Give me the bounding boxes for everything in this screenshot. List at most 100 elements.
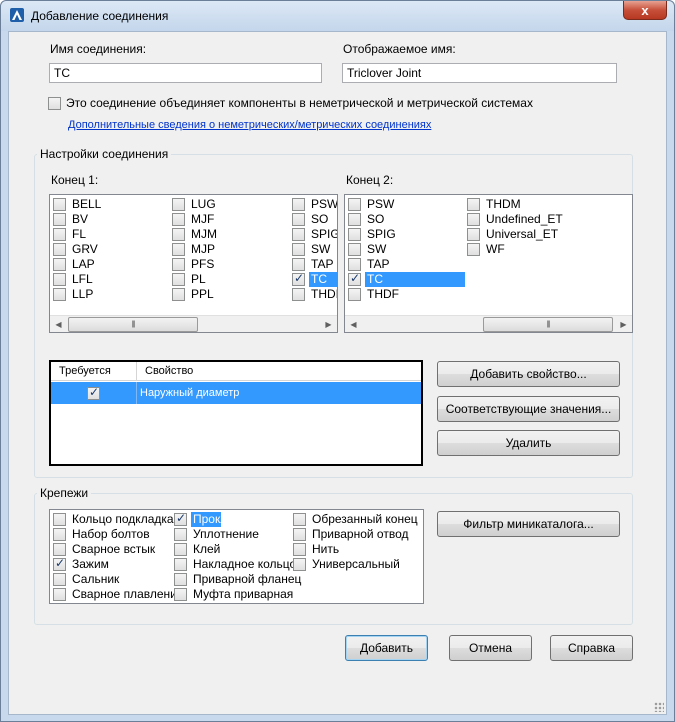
list-item[interactable]: Undefined_ET: [467, 212, 565, 227]
list-item-checkbox[interactable]: [53, 573, 66, 586]
end2-listbox[interactable]: ◀ ||| ▶ PSWSOSPIGSWTAPTCTHDF THDMUndefine…: [344, 194, 633, 333]
list-item[interactable]: SPIG: [348, 227, 398, 242]
scroll-right-icon[interactable]: ▶: [320, 316, 337, 332]
list-item-checkbox[interactable]: [174, 573, 187, 586]
list-item-checkbox[interactable]: [292, 243, 305, 256]
list-item[interactable]: MJM: [172, 227, 219, 242]
list-item-checkbox[interactable]: [293, 558, 306, 571]
fasteners-listbox[interactable]: Кольцо подкладка Набор болтов Сварное всты…: [49, 509, 424, 604]
list-item-checkbox[interactable]: [53, 228, 66, 241]
list-item[interactable]: SW: [348, 242, 388, 257]
list-item-checkbox[interactable]: [53, 258, 66, 271]
list-item[interactable]: Нить: [293, 542, 341, 557]
list-item[interactable]: THDF: [348, 287, 401, 302]
list-item[interactable]: Уплотнение: [174, 527, 261, 542]
list-item[interactable]: Сварное плавление: [53, 587, 186, 602]
list-item[interactable]: TC: [348, 272, 465, 287]
list-item-checkbox[interactable]: [172, 198, 185, 211]
list-item-checkbox[interactable]: [348, 213, 361, 226]
list-item[interactable]: Сальник: [53, 572, 121, 587]
properties-table[interactable]: Требуется Свойство Наружный диаметр: [49, 360, 423, 466]
list-item-checkbox[interactable]: [174, 543, 187, 556]
list-item-checkbox[interactable]: [53, 273, 66, 286]
list-item[interactable]: THDM: [467, 197, 523, 212]
list-item[interactable]: Сварное встык: [53, 542, 157, 557]
list-item[interactable]: TAP: [348, 257, 391, 272]
list-item-checkbox[interactable]: [53, 288, 66, 301]
column-header-property[interactable]: Свойство: [137, 362, 421, 381]
list-item[interactable]: PSW: [348, 197, 396, 212]
list-item-checkbox[interactable]: [172, 243, 185, 256]
list-item-checkbox[interactable]: [292, 228, 305, 241]
list-item-checkbox[interactable]: [467, 228, 480, 241]
list-item-checkbox[interactable]: [348, 243, 361, 256]
list-item[interactable]: Кольцо подкладка: [53, 512, 176, 527]
filter-minicatalog-button[interactable]: Фильтр миникаталога...: [437, 511, 620, 537]
list-item[interactable]: BELL: [53, 197, 103, 212]
list-item[interactable]: Клей: [174, 542, 222, 557]
list-item-checkbox[interactable]: [467, 198, 480, 211]
list-item[interactable]: PFS: [172, 257, 216, 272]
scroll-left-icon[interactable]: ◀: [50, 316, 67, 332]
cancel-button[interactable]: Отмена: [449, 635, 532, 661]
list-item-checkbox[interactable]: [467, 213, 480, 226]
list-item[interactable]: Муфта приварная: [174, 587, 295, 602]
column-header-required[interactable]: Требуется: [51, 362, 137, 381]
scrollbar-thumb[interactable]: |||: [483, 317, 613, 332]
list-item[interactable]: PPL: [172, 287, 216, 302]
list-item[interactable]: PSW: [292, 197, 337, 212]
list-item-checkbox[interactable]: [348, 228, 361, 241]
list-item-checkbox[interactable]: [174, 558, 187, 571]
list-item-checkbox[interactable]: [172, 258, 185, 271]
list-item[interactable]: Накладное кольцо: [174, 557, 298, 572]
list-item[interactable]: GRV: [53, 242, 100, 257]
list-item[interactable]: Universal_ET: [467, 227, 560, 242]
list-item-checkbox[interactable]: [292, 258, 305, 271]
list-item-checkbox[interactable]: [292, 288, 305, 301]
list-item[interactable]: LUG: [172, 197, 218, 212]
list-item[interactable]: TAP: [292, 257, 335, 272]
list-item-checkbox[interactable]: [172, 228, 185, 241]
list-item[interactable]: BV: [53, 212, 90, 227]
list-item[interactable]: MJP: [172, 242, 217, 257]
mixed-systems-check[interactable]: [48, 96, 61, 110]
delete-button[interactable]: Удалить: [437, 430, 620, 456]
list-item-checkbox[interactable]: [292, 272, 305, 286]
add-property-button[interactable]: Добавить свойство...: [437, 361, 620, 387]
list-item-checkbox[interactable]: [348, 198, 361, 211]
add-button[interactable]: Добавить: [345, 635, 428, 661]
resize-grip-icon[interactable]: [654, 702, 664, 712]
list-item[interactable]: FL: [53, 227, 88, 242]
list-item-checkbox[interactable]: [53, 528, 66, 541]
matching-values-button[interactable]: Соответствующие значения...: [437, 396, 620, 422]
list-item-checkbox[interactable]: [53, 588, 66, 601]
more-info-link[interactable]: Дополнительные сведения о неметрических/…: [68, 119, 431, 131]
list-item[interactable]: Обрезанный конец: [293, 512, 420, 527]
list-item-checkbox[interactable]: [53, 213, 66, 226]
list-item-checkbox[interactable]: [174, 512, 187, 526]
list-item-checkbox[interactable]: [174, 588, 187, 601]
list-item[interactable]: SO: [292, 212, 330, 227]
list-item[interactable]: THDI: [292, 287, 337, 302]
close-button[interactable]: x: [623, 1, 667, 20]
list-item[interactable]: Приварной фланец: [174, 572, 303, 587]
list-item-checkbox[interactable]: [53, 198, 66, 211]
mixed-systems-checkbox[interactable]: Это соединение объединяет компоненты в н…: [48, 96, 533, 110]
scrollbar-thumb[interactable]: |||: [68, 317, 198, 332]
list-item[interactable]: SPIG: [292, 227, 337, 242]
list-item-checkbox[interactable]: [293, 528, 306, 541]
list-item-checkbox[interactable]: [292, 198, 305, 211]
list-item-checkbox[interactable]: [293, 513, 306, 526]
list-item[interactable]: SW: [292, 242, 332, 257]
list-item-checkbox[interactable]: [174, 528, 187, 541]
required-cell[interactable]: [51, 382, 137, 404]
end2-horizontal-scrollbar[interactable]: ◀ ||| ▶: [345, 315, 632, 332]
list-item-checkbox[interactable]: [53, 543, 66, 556]
list-item-checkbox[interactable]: [467, 243, 480, 256]
list-item[interactable]: Универсальный: [293, 557, 402, 572]
list-item-checkbox[interactable]: [53, 513, 66, 526]
list-item[interactable]: LFL: [53, 272, 95, 287]
scroll-right-icon[interactable]: ▶: [615, 316, 632, 332]
list-item-checkbox[interactable]: [53, 557, 66, 571]
list-item[interactable]: Набор болтов: [53, 527, 152, 542]
